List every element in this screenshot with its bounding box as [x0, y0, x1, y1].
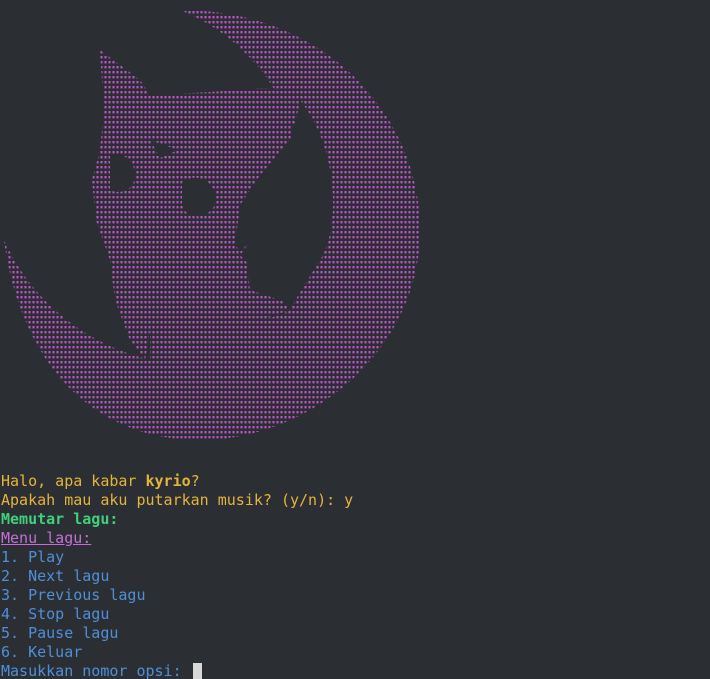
input-prompt: Masukkan nomor opsi:	[1, 662, 191, 679]
play-prompt-question: Apakah mau aku putarkan musik? (y/n):	[1, 491, 345, 509]
greeting-line: Halo, apa kabar kyrio?	[1, 472, 706, 491]
status-line: Memutar lagu:	[1, 510, 119, 528]
greeting-suffix: ?	[190, 472, 200, 490]
cat-moon-ascii-art	[0, 0, 430, 450]
menu-item: 2. Next lagu	[1, 567, 110, 585]
greeting-prefix: Halo, apa kabar	[1, 472, 146, 490]
menu-item: 4. Stop lagu	[1, 605, 110, 623]
terminal-window[interactable]: Halo, apa kabar kyrio? Apakah mau aku pu…	[0, 0, 710, 679]
menu-header-line: Menu lagu:	[1, 529, 706, 548]
terminal-cursor[interactable]	[192, 663, 202, 679]
menu-item: 1. Play	[1, 548, 65, 566]
menu-item: 3. Previous lagu	[1, 586, 146, 604]
user-name: kyrio	[145, 472, 191, 490]
menu-header: Menu lagu:	[1, 529, 92, 547]
play-prompt-answer: y	[344, 491, 354, 509]
menu-item: 5. Pause lagu	[1, 624, 119, 642]
menu-item: 6. Keluar	[1, 643, 83, 661]
input-prompt-line[interactable]: Masukkan nomor opsi:	[1, 662, 706, 679]
terminal-output: Halo, apa kabar kyrio? Apakah mau aku pu…	[1, 472, 706, 679]
play-prompt-line: Apakah mau aku putarkan musik? (y/n): y	[1, 491, 706, 510]
